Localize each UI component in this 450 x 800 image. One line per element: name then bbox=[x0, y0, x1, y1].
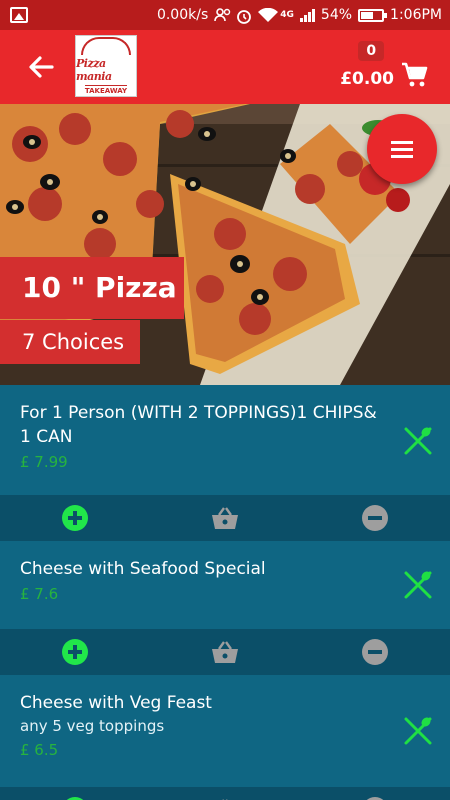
basket-button[interactable] bbox=[210, 505, 240, 531]
menu-button[interactable] bbox=[367, 114, 437, 184]
remove-button[interactable] bbox=[362, 505, 388, 531]
back-button[interactable] bbox=[22, 52, 58, 82]
wifi-icon bbox=[258, 7, 279, 22]
contacts-icon bbox=[214, 8, 231, 22]
logo-subtitle: TAKEAWAY bbox=[84, 85, 128, 95]
alarm-icon bbox=[236, 8, 252, 24]
menu-icon bbox=[391, 140, 413, 144]
item-description: any 5 veg toppings bbox=[20, 717, 165, 735]
logo-arch bbox=[81, 37, 131, 55]
basket-icon bbox=[212, 507, 238, 529]
item-actions bbox=[0, 495, 450, 541]
item-price: £ 6.5 bbox=[20, 741, 59, 759]
item-info[interactable]: For 1 Person (WITH 2 TOPPINGS)1 CHIPS& 1… bbox=[0, 385, 450, 495]
cart-total: £0.00 bbox=[340, 69, 394, 89]
fork-spoon-icon bbox=[404, 427, 432, 455]
back-arrow-icon bbox=[29, 56, 54, 78]
signal-icon bbox=[299, 8, 315, 22]
remove-button[interactable] bbox=[362, 639, 388, 665]
add-button[interactable] bbox=[62, 505, 88, 531]
clock: 1:06PM bbox=[390, 7, 442, 23]
status-bar: 0.00k/s 4G 54% 1:06PM bbox=[0, 0, 450, 30]
network-type: 4G bbox=[280, 10, 294, 20]
item-info[interactable]: Cheese with Veg Feast any 5 veg toppings… bbox=[0, 675, 450, 787]
restaurant-logo: Pizza mania TAKEAWAY bbox=[75, 35, 137, 97]
item-actions bbox=[0, 787, 450, 800]
item-info[interactable]: Cheese with Seafood Special £ 7.6 bbox=[0, 541, 450, 629]
item-price: £ 7.6 bbox=[20, 585, 59, 603]
list-item: For 1 Person (WITH 2 TOPPINGS)1 CHIPS& 1… bbox=[0, 385, 450, 541]
menu-items-list: For 1 Person (WITH 2 TOPPINGS)1 CHIPS& 1… bbox=[0, 385, 450, 800]
cart-count-badge: 0 bbox=[358, 41, 385, 61]
basket-icon bbox=[212, 641, 238, 663]
item-title: Cheese with Seafood Special bbox=[20, 559, 266, 579]
image-notification-icon bbox=[10, 7, 28, 23]
status-icons: 0.00k/s 4G 54% 1:06PM bbox=[157, 0, 442, 30]
battery-percent: 54% bbox=[320, 7, 353, 23]
category-hero: 10 " Pizza 7 Choices bbox=[0, 104, 450, 385]
logo-title: Pizza mania bbox=[76, 57, 112, 83]
cart-icon bbox=[402, 62, 428, 87]
fork-spoon-icon bbox=[404, 571, 432, 599]
list-item: Cheese with Seafood Special £ 7.6 bbox=[0, 541, 450, 675]
fork-spoon-icon bbox=[404, 717, 432, 745]
item-title: Cheese with Veg Feast bbox=[20, 693, 212, 713]
item-title: For 1 Person (WITH 2 TOPPINGS)1 CHIPS& 1… bbox=[20, 403, 377, 447]
category-choices: 7 Choices bbox=[0, 320, 140, 364]
battery-icon bbox=[358, 8, 388, 22]
network-speed: 0.00k/s bbox=[156, 7, 209, 23]
add-button[interactable] bbox=[62, 639, 88, 665]
app-bar: Pizza mania TAKEAWAY 0 £0.00 bbox=[0, 30, 450, 104]
basket-button[interactable] bbox=[210, 639, 240, 665]
cart-button[interactable]: 0 £0.00 bbox=[340, 40, 430, 96]
item-actions bbox=[0, 629, 450, 675]
list-item: Cheese with Veg Feast any 5 veg toppings… bbox=[0, 675, 450, 800]
item-price: £ 7.99 bbox=[20, 453, 68, 471]
category-title: 10 " Pizza bbox=[0, 257, 184, 319]
